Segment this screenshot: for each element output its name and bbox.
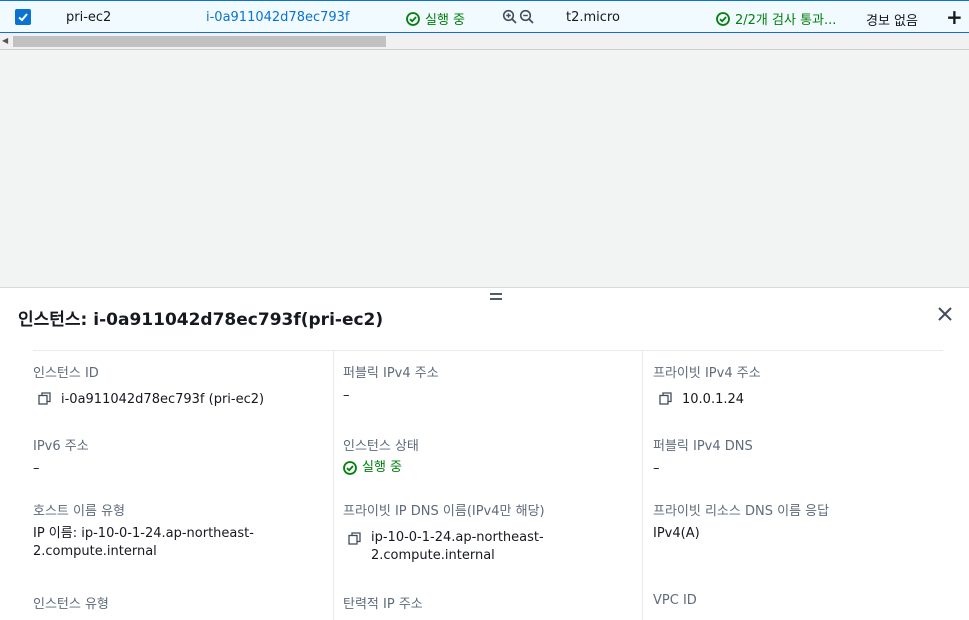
alarm-status-cell: 경보 없음 (866, 14, 918, 29)
ipv6-value: – (33, 461, 40, 476)
instance-id-label: 인스턴스 ID (33, 366, 99, 381)
public-ipv4-label: 퍼블릭 IPv4 주소 (343, 366, 439, 381)
panel-divider (33, 350, 943, 351)
private-dns-value: ip-10-0-1-24.ap-northeast-2.compute.inte… (348, 529, 578, 565)
status-check-text: 2/2개 검사 통과... (735, 13, 837, 28)
copy-icon[interactable] (38, 392, 51, 405)
instance-type-cell: t2.micro (566, 10, 620, 25)
status-check-cell: 2/2개 검사 통과... (716, 9, 836, 28)
close-icon[interactable] (936, 305, 954, 323)
column-separator (333, 351, 334, 620)
instance-name-cell: pri-ec2 (66, 10, 112, 25)
scrollbar-thumb[interactable] (13, 36, 386, 47)
instance-state-text: 실행 중 (425, 13, 466, 28)
instance-id-value: i-0a911042d78ec793f (pri-ec2) (38, 391, 264, 409)
scroll-left-icon[interactable]: ◀ (2, 36, 8, 45)
table-empty-area (0, 51, 969, 287)
vpc-id-label: VPC ID (653, 593, 697, 608)
check-icon (18, 13, 28, 22)
zoom-controls (502, 9, 535, 25)
status-ok-icon (343, 461, 357, 475)
instance-state-label: 인스턴스 상태 (343, 439, 419, 454)
public-dns-label: 퍼블릭 IPv4 DNS (653, 439, 753, 454)
horizontal-scrollbar[interactable]: ◀ (0, 33, 969, 50)
panel-title: 인스턴스: i-0a911042d78ec793f(pri-ec2) (18, 310, 384, 330)
resource-dns-value: IPv4(A) (653, 526, 700, 541)
copy-icon[interactable] (348, 532, 361, 545)
instance-state-value: 실행 중 (343, 459, 402, 477)
hostname-type-value: IP 이름: ip-10-0-1-24.ap-northeast-2.compu… (33, 526, 254, 559)
private-dns-label: 프라이빗 IP DNS 이름(IPv4만 해당) (343, 504, 545, 519)
status-ok-icon (406, 11, 420, 26)
zoom-out-icon[interactable] (519, 9, 535, 25)
resource-dns-label: 프라이빗 리소스 DNS 이름 응답 (653, 504, 830, 519)
zoom-in-icon[interactable] (502, 9, 518, 25)
instance-table-row[interactable]: pri-ec2 i-0a911042d78ec793f 실행 중 t2.micr… (0, 0, 969, 33)
private-ipv4-value: 10.0.1.24 (659, 391, 744, 409)
instance-id-link[interactable]: i-0a911042d78ec793f (206, 10, 350, 25)
status-ok-icon (716, 11, 730, 26)
public-dns-value: – (653, 461, 660, 476)
column-separator (642, 351, 643, 620)
elastic-ip-label: 탄력적 IP 주소 (343, 597, 423, 612)
instance-details-panel: 인스턴스: i-0a911042d78ec793f(pri-ec2) 인스턴스 … (0, 287, 969, 620)
row-checkbox[interactable] (15, 9, 31, 25)
resize-handle-icon[interactable] (490, 293, 502, 301)
instance-type-label: 인스턴스 유형 (33, 597, 109, 612)
private-ipv4-label: 프라이빗 IPv4 주소 (653, 366, 761, 381)
instance-state-cell: 실행 중 (406, 9, 465, 28)
ipv6-label: IPv6 주소 (33, 439, 89, 454)
add-alarm-button[interactable]: + (946, 5, 963, 29)
hostname-type-label: 호스트 이름 유형 (33, 504, 125, 519)
copy-icon[interactable] (659, 392, 672, 405)
public-ipv4-value: – (343, 388, 350, 403)
